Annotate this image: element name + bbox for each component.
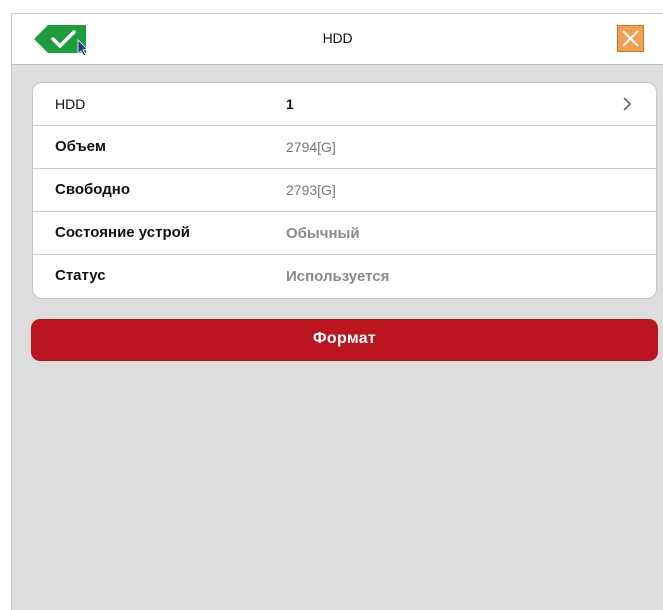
close-icon (622, 30, 639, 47)
row-value-free: 2793[G] (286, 182, 336, 198)
status-row: Статус Используется (33, 255, 656, 298)
row-label-status: Статус (55, 267, 106, 284)
window-title: HDD (322, 30, 353, 46)
disk-info-card: HDD 1 Объем 2794[G] Свободно 2793[G] Сос… (32, 82, 657, 299)
format-button[interactable]: Формат (31, 319, 658, 361)
row-label-capacity: Объем (55, 138, 106, 155)
row-value-hdd-number: 1 (286, 96, 294, 112)
device-state-row: Состояние устрой Обычный (33, 212, 656, 255)
row-value-status: Используется (286, 268, 390, 285)
title-bar: HDD (12, 14, 663, 65)
row-value-capacity: 2794[G] (286, 139, 336, 155)
free-space-row: Свободно 2793[G] (33, 169, 656, 212)
row-label-device-state: Состояние устрой (55, 224, 190, 241)
capacity-row: Объем 2794[G] (33, 126, 656, 169)
row-value-device-state: Обычный (286, 225, 360, 242)
row-label-free: Свободно (55, 181, 130, 198)
chevron-right-icon[interactable] (620, 96, 634, 112)
close-button[interactable] (617, 25, 644, 52)
disk-select-row[interactable]: HDD 1 (33, 83, 656, 126)
row-label-hdd: HDD (55, 96, 86, 112)
hdd-dialog: HDD HDD 1 Объем 2794[G] Свободно 2793[G]… (11, 13, 663, 610)
